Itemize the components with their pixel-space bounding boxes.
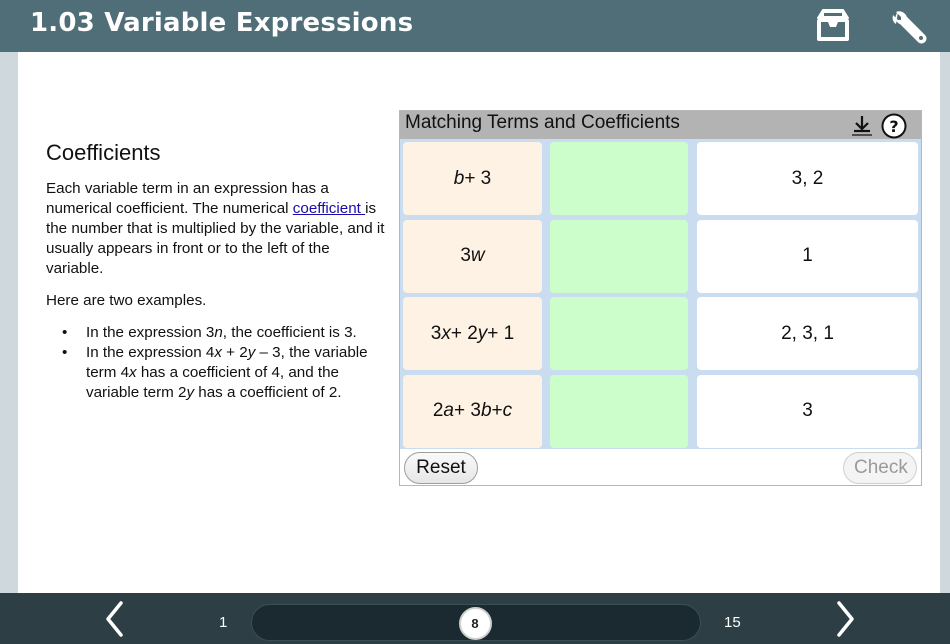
- list-item: In the expression 3n, the coefficient is…: [62, 323, 392, 343]
- page-slider-thumb[interactable]: 8: [458, 607, 492, 640]
- chevron-right-icon[interactable]: [835, 599, 857, 639]
- term-card[interactable]: b + 3: [403, 142, 542, 215]
- coefficient-card[interactable]: 2, 3, 1: [697, 297, 918, 370]
- matching-grid: b + 3 3, 2 3w 1 3x + 2y + 1 2, 3, 1 2a + 3b + …: [400, 139, 921, 449]
- examples-intro: Here are two examples.: [46, 292, 207, 309]
- drop-slot[interactable]: [550, 374, 688, 448]
- term-card[interactable]: 3x + 2y + 1: [403, 297, 542, 370]
- check-button[interactable]: Check: [843, 452, 917, 484]
- reset-button[interactable]: Reset: [404, 452, 478, 484]
- term-card[interactable]: 2a + 3b + c: [403, 374, 542, 448]
- drop-slot[interactable]: [550, 142, 688, 215]
- help-icon[interactable]: ?: [881, 113, 907, 139]
- last-page-label: 15: [724, 614, 741, 631]
- download-icon[interactable]: [850, 113, 874, 137]
- svg-text:?: ?: [889, 117, 898, 136]
- intro-text: Each variable term in an expression has …: [46, 180, 329, 217]
- coefficient-link[interactable]: coefficient: [293, 200, 365, 217]
- section-heading: Coefficients: [46, 140, 161, 165]
- matching-widget: Matching Terms and Coefficients ? b + 33…: [399, 110, 922, 486]
- page-footer: 1 8 15: [0, 593, 950, 644]
- drop-slot[interactable]: [550, 219, 688, 293]
- widget-title: Matching Terms and Coefficients: [405, 112, 680, 133]
- wrench-icon[interactable]: [890, 6, 930, 46]
- first-page-label: 1: [219, 614, 228, 631]
- term-card[interactable]: 3w: [403, 219, 542, 293]
- widget-header: Matching Terms and Coefficients ?: [400, 111, 921, 139]
- page-title: 1.03 Variable Expressions: [30, 8, 414, 38]
- list-item: In the expression 4x + 2y – 3, the varia…: [62, 343, 392, 403]
- coefficient-card[interactable]: 3, 2: [697, 142, 918, 215]
- app-header: 1.03 Variable Expressions: [0, 0, 950, 52]
- intro-paragraph: Each variable term in an expression has …: [46, 179, 391, 279]
- inbox-icon[interactable]: [813, 6, 853, 46]
- examples-list: In the expression 3n, the coefficient is…: [62, 323, 392, 403]
- chevron-left-icon[interactable]: [103, 599, 125, 639]
- left-gutter: [0, 52, 18, 593]
- coefficient-card[interactable]: 3: [697, 374, 918, 448]
- right-gutter: [940, 52, 950, 593]
- drop-slot[interactable]: [550, 297, 688, 370]
- coefficient-card[interactable]: 1: [697, 219, 918, 293]
